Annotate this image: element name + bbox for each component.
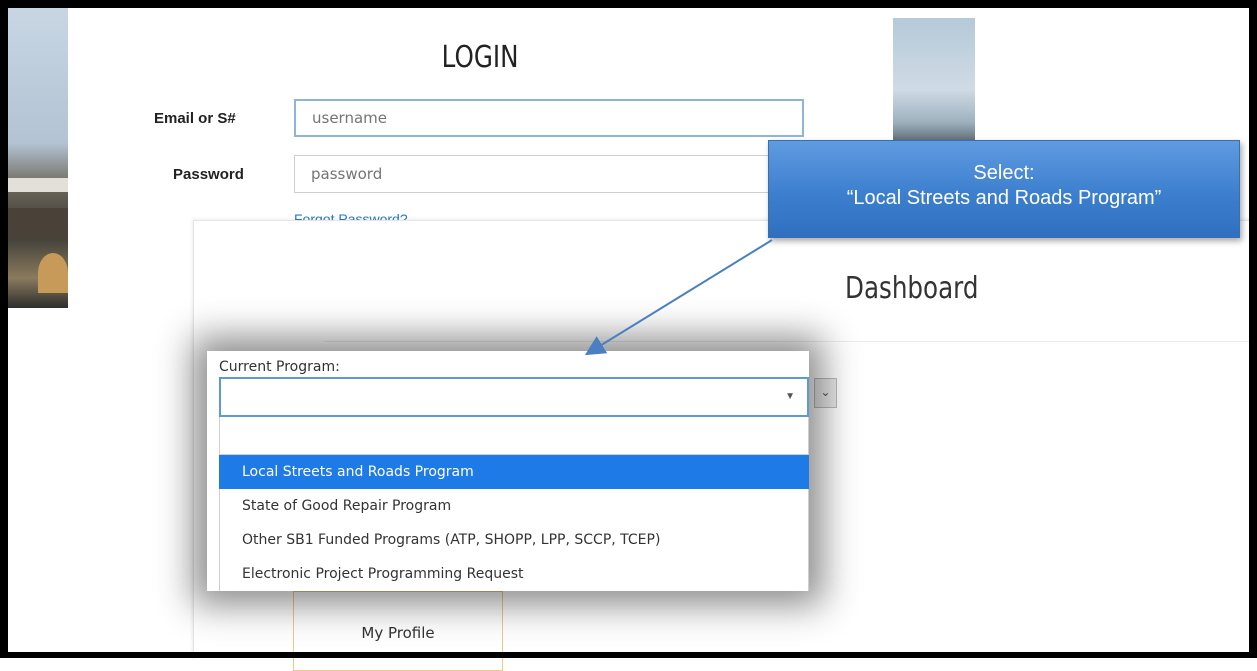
caret-down-icon: ▼ [785, 391, 795, 402]
dashboard-divider [324, 341, 1257, 342]
instruction-callout: Select: “Local Streets and Roads Program… [768, 140, 1240, 238]
photo-detail [8, 208, 68, 238]
my-profile-label: My Profile [361, 624, 435, 642]
photo-detail [8, 178, 68, 192]
program-search-input[interactable] [219, 417, 809, 455]
current-program-label: Current Program: [219, 359, 340, 375]
option-state-of-good-repair[interactable]: State of Good Repair Program [219, 489, 809, 523]
callout-line-2: “Local Streets and Roads Program” [846, 187, 1162, 209]
password-input[interactable] [294, 155, 774, 193]
option-electronic-project-programming-request[interactable]: Electronic Project Programming Request [219, 557, 809, 591]
login-title: LOGIN [441, 40, 519, 75]
email-label: Email or S# [154, 110, 236, 127]
background-photo-left [8, 8, 68, 308]
chevron-down-icon[interactable]: ⌄ [814, 378, 837, 408]
password-label: Password [173, 166, 244, 183]
my-profile-tile[interactable]: My Profile [293, 591, 503, 671]
background-photo-right [893, 18, 975, 148]
option-other-sb1-funded-programs[interactable]: Other SB1 Funded Programs (ATP, SHOPP, L… [219, 523, 809, 557]
photo-detail [38, 253, 68, 293]
dashboard-title: Dashboard [845, 271, 979, 306]
program-option-list: Local Streets and Roads Program State of… [219, 455, 809, 591]
current-program-select[interactable]: ▼ [219, 377, 809, 417]
option-local-streets-and-roads[interactable]: Local Streets and Roads Program [219, 455, 809, 489]
callout-line-1: Select: [973, 162, 1035, 184]
program-select-panel: Current Program: ▼ Local Streets and Roa… [207, 351, 809, 591]
email-input[interactable] [294, 99, 804, 137]
